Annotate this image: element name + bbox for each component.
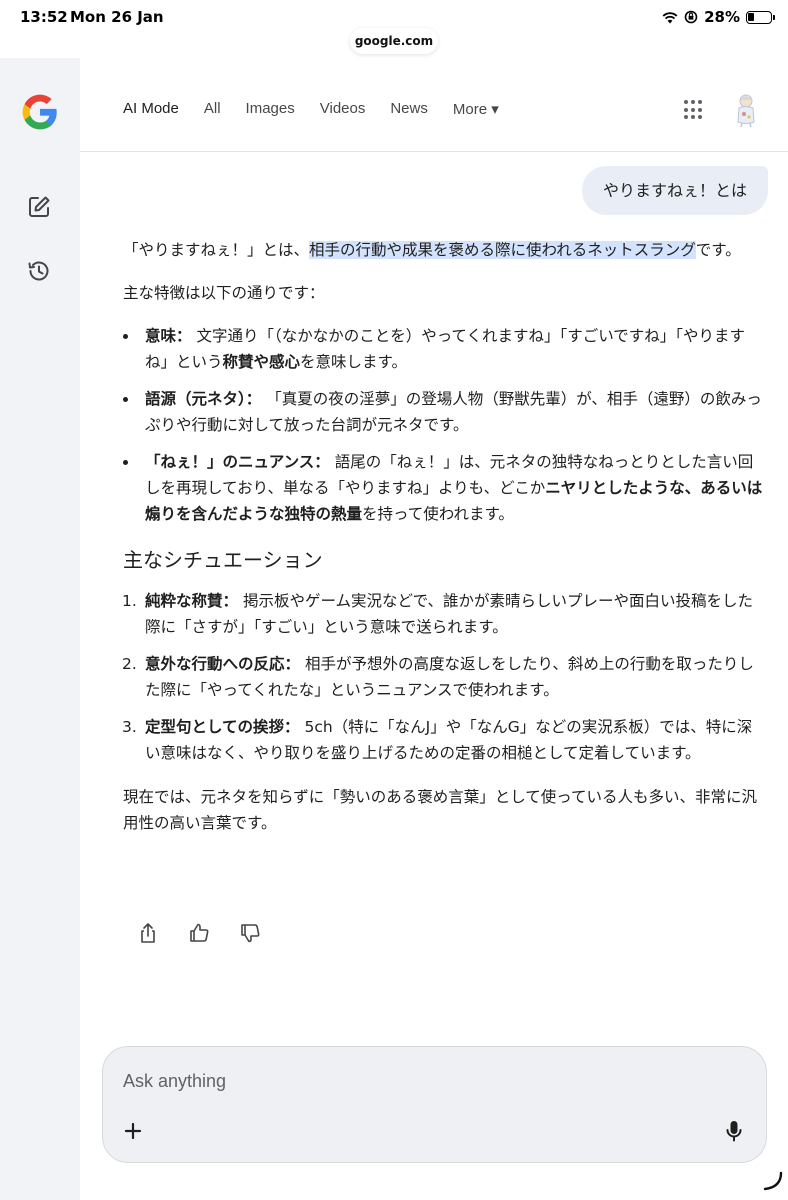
history-icon[interactable] (25, 257, 53, 285)
battery-icon (746, 10, 775, 24)
new-chat-icon[interactable] (25, 193, 53, 221)
apps-grid-icon[interactable] (684, 100, 704, 120)
url-pill[interactable]: google.com (350, 28, 438, 54)
item-label: 定型句としての挨拶： (145, 718, 300, 736)
thumbs-up-icon[interactable] (188, 922, 210, 944)
ask-input[interactable] (123, 1067, 703, 1095)
wifi-icon (662, 11, 678, 23)
item-number: 2. (122, 655, 137, 673)
tab-more[interactable]: More ▾ (453, 100, 499, 118)
item-number: 1. (122, 592, 137, 610)
list-item: 3. 定型句としての挨拶： 5ch（特に「なんJ」や「なんG」などの実況系板）では… (122, 714, 763, 766)
resize-handle-icon (763, 1171, 783, 1191)
tab-ai-mode[interactable]: AI Mode (123, 100, 179, 118)
header-divider (80, 151, 788, 152)
situations-list: 1. 純粋な称賛： 掲示板やゲーム実況などで、誰かが素晴らしいプレーや面白い投稿を… (122, 588, 763, 766)
bullet-bold-text: 称賛や感心 (222, 353, 301, 371)
list-item: 「ねぇ！」のニュアンス： 語尾の「ねぇ！」は、元ネタの独特なねっとりとした言い回… (123, 449, 763, 527)
list-item: 意味： 文字通り「（なかなかのことを）やってくれますね」「すごいですね」「やりま… (123, 323, 763, 375)
status-time: 13:52 (20, 8, 68, 26)
bullet-label: 「ねぇ！」のニュアンス： (145, 453, 330, 471)
orientation-lock-icon (684, 10, 698, 24)
answer-intro: 「やりますねぇ！」とは、相手の行動や成果を褒める際に使われるネットスラングです。 (123, 237, 763, 263)
battery-percent: 28% (704, 8, 740, 26)
search-mode-tabs: AI Mode All Images Videos News More ▾ (123, 100, 499, 118)
list-item: 1. 純粋な称賛： 掲示板やゲーム実況などで、誰かが素晴らしいプレーや面白い投稿を… (122, 588, 763, 640)
list-item: 2. 意外な行動への反応： 相手が予想外の高度な返しをしたり、斜め上の行動を取った… (122, 651, 763, 703)
feedback-bar (137, 922, 261, 944)
microphone-icon[interactable] (723, 1119, 745, 1143)
tab-news[interactable]: News (390, 100, 428, 118)
item-label: 意外な行動への反応： (145, 655, 301, 673)
avatar[interactable] (730, 92, 762, 128)
tab-videos[interactable]: Videos (320, 100, 366, 118)
tab-all[interactable]: All (204, 100, 221, 118)
plus-icon[interactable] (121, 1119, 145, 1143)
ai-answer: 「やりますねぇ！」とは、相手の行動や成果を褒める際に使われるネットスラングです。… (122, 237, 763, 853)
tab-images[interactable]: Images (246, 100, 295, 118)
features-list: 意味： 文字通り「（なかなかのことを）やってくれますね」「すごいですね」「やりま… (123, 323, 763, 527)
intro-suffix: です。 (695, 241, 741, 259)
intro-highlight[interactable]: 相手の行動や成果を褒める際に使われるネットスラング (309, 241, 696, 259)
bullet-label: 意味： (145, 327, 192, 345)
bullet-text: を持って使われます。 (362, 505, 514, 523)
status-indicators: 28% (662, 8, 775, 26)
left-rail (0, 58, 80, 1200)
item-label: 純粋な称賛： (145, 592, 239, 610)
item-number: 3. (122, 718, 137, 736)
features-lead: 主な特徴は以下の通りです： (123, 284, 325, 302)
intro-prefix: 「やりますねぇ！」とは、 (123, 241, 310, 259)
answer-closing: 現在では、元ネタを知らずに「勢いのある褒め言葉」として使っている人も多い、非常に… (123, 788, 757, 832)
share-icon[interactable] (137, 922, 159, 944)
bullet-label: 語源（元ネタ）： (145, 390, 262, 408)
google-logo-icon[interactable] (21, 93, 59, 131)
status-date: Mon 26 Jan (70, 8, 164, 26)
bullet-text: を意味します。 (300, 353, 407, 371)
list-item: 語源（元ネタ）： 「真夏の夜の淫夢」の登場人物（野獣先輩）が、相手（遠野）の飲み… (123, 386, 763, 438)
situations-heading: 主なシチュエーション (123, 548, 323, 572)
thumbs-down-icon[interactable] (239, 922, 261, 944)
user-query-bubble: やりますねぇ！とは (582, 166, 768, 215)
ask-box (102, 1046, 767, 1163)
